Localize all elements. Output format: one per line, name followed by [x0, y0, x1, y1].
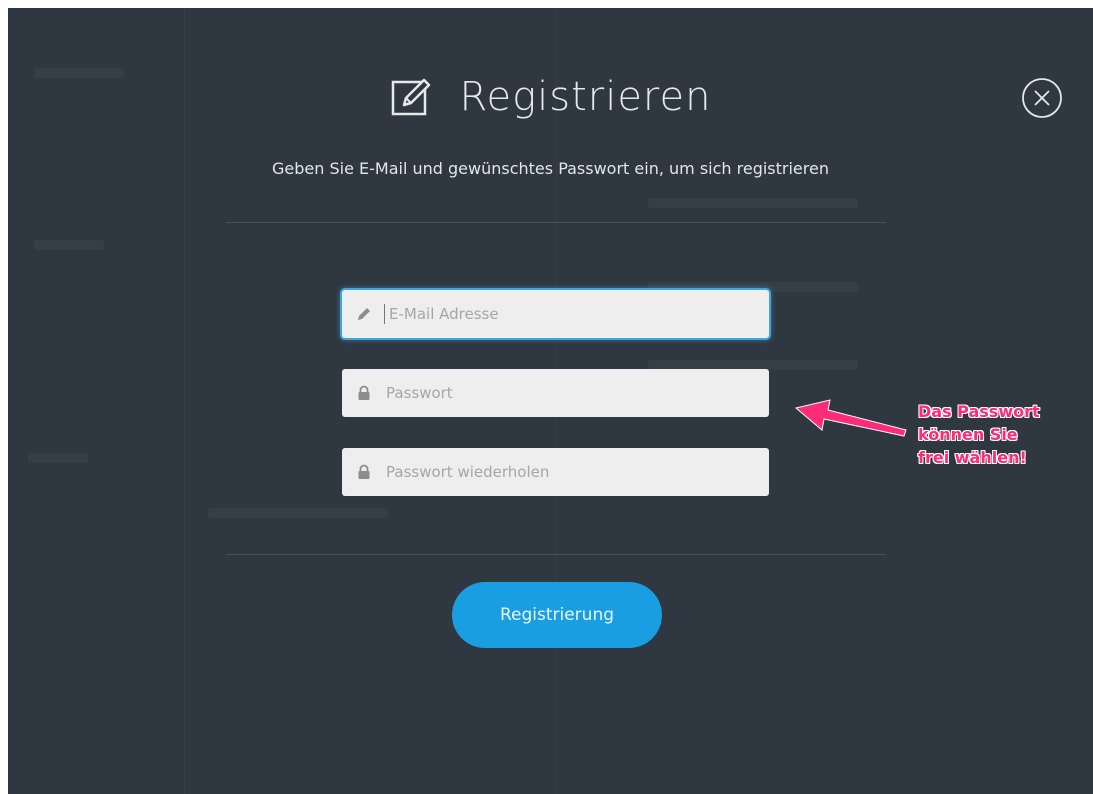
- pencil-icon: [358, 308, 370, 320]
- edit-icon: [391, 78, 430, 116]
- annotation-line: frei wählen!: [918, 448, 1027, 467]
- dialog-title: Registrieren: [459, 74, 712, 120]
- register-button[interactable]: Registrierung: [452, 582, 662, 648]
- annotation-arrow-icon: [794, 399, 907, 437]
- dialog-subtitle: Geben Sie E-Mail und gewünschtes Passwor…: [272, 159, 829, 178]
- text-cursor: [384, 304, 385, 324]
- annotation-line: können Sie: [918, 425, 1018, 444]
- bottom-divider: [226, 554, 886, 555]
- password-repeat-field[interactable]: [342, 448, 769, 496]
- email-field[interactable]: [342, 290, 769, 338]
- close-icon[interactable]: [1020, 76, 1064, 120]
- dialog-header: Registrieren: [8, 74, 1093, 120]
- password-field[interactable]: [342, 369, 769, 417]
- password-input[interactable]: [384, 383, 748, 403]
- top-divider: [226, 222, 886, 223]
- annotation-note: Das Passwort können Sie frei wählen!: [918, 400, 1088, 469]
- lock-icon: [358, 385, 370, 400]
- password-repeat-input[interactable]: [384, 462, 748, 482]
- lock-icon: [358, 464, 370, 479]
- registration-modal-overlay: Registrieren Geben Sie E-Mail und gewüns…: [8, 8, 1093, 794]
- email-input[interactable]: [387, 304, 751, 324]
- annotation-line: Das Passwort: [918, 402, 1040, 421]
